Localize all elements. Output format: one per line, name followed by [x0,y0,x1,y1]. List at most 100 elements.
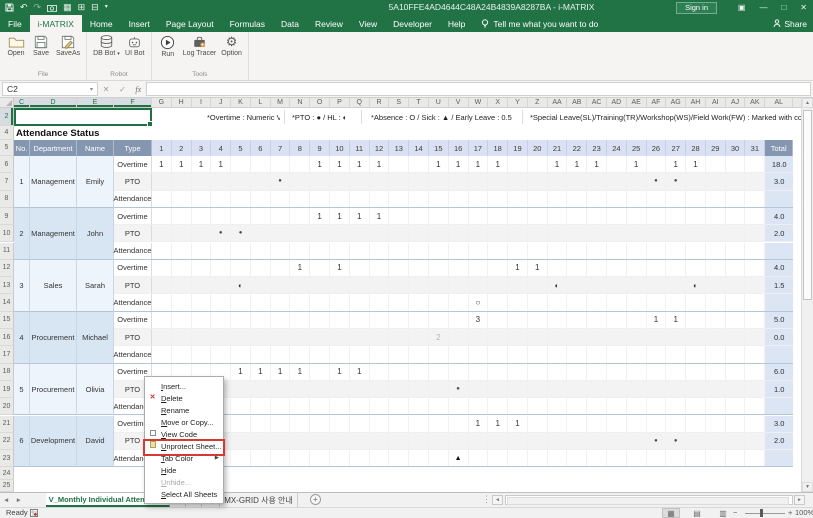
day-cell[interactable] [449,243,469,259]
day-cell[interactable] [528,156,548,172]
tab-file[interactable]: File [0,15,30,32]
day-cell[interactable] [409,381,429,397]
column-letter[interactable]: W [469,98,489,108]
day-cell[interactable] [389,225,409,241]
day-cell[interactable] [607,191,627,207]
day-cell[interactable] [587,225,607,241]
day-cell[interactable] [686,346,706,362]
row-number[interactable]: 21 [0,416,14,433]
day-cell[interactable] [370,450,390,466]
menu-item-view-code[interactable]: View Code [145,428,223,440]
day-cell[interactable] [290,433,310,449]
day-cell[interactable] [666,381,686,397]
day-cell[interactable] [370,416,390,432]
total-cell[interactable]: 1.0 [765,381,793,397]
day-cell[interactable] [647,416,667,432]
day-cell[interactable] [409,243,429,259]
day-cell[interactable] [488,346,508,362]
day-cell[interactable]: 1 [508,416,528,432]
day-cell[interactable] [310,277,330,293]
day-cell[interactable]: 1 [587,156,607,172]
row-number[interactable]: 18 [0,364,14,381]
day-cell[interactable] [567,381,587,397]
day-cell[interactable] [548,312,568,328]
day-cell[interactable]: 1 [271,364,291,380]
menu-item-hide[interactable]: Hide [145,464,223,476]
day-cell[interactable] [607,225,627,241]
horizontal-scrollbar[interactable] [505,495,793,505]
day-cell[interactable] [686,173,706,189]
day-cell[interactable] [211,243,231,259]
column-letter[interactable]: O [310,98,330,108]
day-cell[interactable] [389,381,409,397]
day-cell[interactable] [627,433,647,449]
day-cell[interactable] [745,208,765,224]
type-cell[interactable]: Attendance [114,243,152,259]
total-cell[interactable]: 4.0 [765,208,793,224]
day-cell[interactable] [488,225,508,241]
type-cell[interactable]: PTO [114,277,152,293]
day-cell[interactable] [192,173,212,189]
day-cell[interactable] [706,346,726,362]
day-cell[interactable] [528,208,548,224]
note-cell[interactable]: *Overtime : Numeric Va [207,108,280,126]
name-cell[interactable]: John [77,208,114,260]
day-cell[interactable] [528,294,548,310]
day-cell[interactable] [666,416,686,432]
day-cell[interactable] [172,225,192,241]
column-letter[interactable]: V [449,98,469,108]
save-button[interactable]: Save [30,34,52,70]
day-number-cell[interactable]: 19 [508,140,528,156]
day-cell[interactable] [409,346,429,362]
day-cell[interactable]: 1 [370,156,390,172]
day-cell[interactable]: 1 [647,312,667,328]
day-cell[interactable] [449,346,469,362]
row-number[interactable]: 22 [0,433,14,450]
column-letter[interactable]: AL [765,98,793,108]
day-cell[interactable] [370,294,390,310]
column-letter[interactable]: C [14,98,30,108]
row-number[interactable]: 10 [0,225,14,242]
column-letter[interactable]: D [30,98,77,108]
day-cell[interactable] [231,450,251,466]
day-cell[interactable] [706,173,726,189]
day-cell[interactable] [647,277,667,293]
column-letter[interactable]: L [251,98,271,108]
day-cell[interactable] [389,416,409,432]
minimize-icon[interactable]: — [759,3,767,12]
day-cell[interactable] [469,381,489,397]
day-cell[interactable] [330,173,350,189]
day-cell[interactable] [647,156,667,172]
day-cell[interactable] [587,433,607,449]
day-cell[interactable] [528,450,548,466]
day-cell[interactable] [290,398,310,414]
day-cell[interactable]: 1 [192,156,212,172]
day-cell[interactable] [231,208,251,224]
day-cell[interactable] [152,191,172,207]
day-cell[interactable] [290,243,310,259]
day-cell[interactable] [647,260,667,276]
day-cell[interactable] [231,156,251,172]
name-cell[interactable]: David [77,416,114,468]
day-cell[interactable] [409,294,429,310]
day-cell[interactable] [607,364,627,380]
day-cell[interactable] [726,277,746,293]
row-number[interactable]: 23 [0,450,14,467]
column-letter[interactable]: AF [647,98,667,108]
day-cell[interactable] [745,173,765,189]
customize-toolbar-icon[interactable]: ▾ [105,0,108,15]
day-cell[interactable] [350,381,370,397]
day-cell[interactable] [706,243,726,259]
day-cell[interactable] [251,398,271,414]
day-cell[interactable] [528,225,548,241]
row-number[interactable]: 12 [0,260,14,277]
day-cell[interactable] [745,346,765,362]
day-cell[interactable] [627,329,647,345]
day-cell[interactable] [469,364,489,380]
log-tracer-button[interactable]: Log Tracer [182,34,217,70]
day-cell[interactable] [389,433,409,449]
day-cell[interactable] [389,173,409,189]
day-cell[interactable] [548,329,568,345]
day-cell[interactable] [271,416,291,432]
day-number-cell[interactable]: 12 [370,140,390,156]
